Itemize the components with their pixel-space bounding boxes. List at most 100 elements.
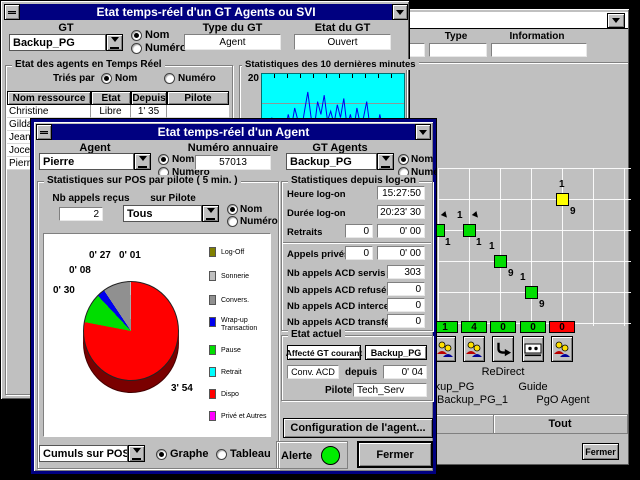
monitor-fermer-button[interactable]: Fermer: [582, 443, 619, 460]
legend-label: Pause: [221, 347, 269, 355]
gt-radio-nom[interactable]: [131, 30, 142, 41]
column-header-information: Information: [497, 31, 577, 42]
table-header-etat[interactable]: Etat: [91, 91, 131, 105]
cell-nom: Christine: [7, 105, 91, 118]
queue-label: Guide: [503, 381, 563, 393]
gt-combobox[interactable]: Backup_PG: [9, 34, 123, 51]
minutes-stats-group-title: Statistiques des 10 dernières minutes: [242, 59, 419, 70]
combo-arrow-icon[interactable]: [106, 34, 123, 51]
pos-group-title: Statistiques sur POS par pilote ( 5 min.…: [44, 175, 241, 186]
queue-tile-backup-pg[interactable]: [434, 336, 456, 362]
retraits-time: 0' 00: [377, 224, 425, 238]
sur-pilote-combobox[interactable]: Tous: [123, 205, 219, 222]
cumuls-combobox[interactable]: Cumuls sur POS: [39, 445, 145, 462]
desktop: Type Information 1 9 1 1 1 1 1 9 1 9 1 4…: [0, 0, 640, 480]
monitor-field-information[interactable]: [491, 43, 587, 57]
gt-system-menu-button[interactable]: [4, 4, 20, 20]
agent-system-menu-button[interactable]: [36, 124, 52, 140]
legend-label: Privé et Autres: [221, 413, 269, 421]
table-row[interactable]: Christine Libre 1' 35: [7, 105, 229, 118]
gt-titlebar[interactable]: Etat temps-réel d'un GT Agents ou SVI: [4, 4, 408, 20]
sort-radio-nom-label: Nom: [115, 73, 137, 84]
agents-group-title: Etat des agents en Temps Réel: [12, 59, 165, 70]
queue-tile-pg0-agent[interactable]: [551, 336, 573, 362]
sort-radio-nom[interactable]: [101, 73, 112, 84]
pie-value-label: 0' 08: [69, 265, 91, 276]
queue-count-badge: 4: [461, 321, 487, 333]
queue-count-badge: 0: [490, 321, 516, 333]
pie-value-label: 0' 27: [89, 250, 111, 261]
combo-arrow-icon[interactable]: [377, 153, 394, 170]
node-bottom-count: 9: [570, 206, 576, 217]
gt-agents-combobox[interactable]: Backup_PG: [286, 153, 394, 170]
node-top-count: 1: [489, 241, 495, 252]
chevron-down-icon: [612, 18, 620, 27]
cell-etat: Libre: [91, 105, 131, 118]
agent-combobox-value[interactable]: Pierre: [39, 153, 134, 170]
table-header-pilote[interactable]: Pilote: [167, 91, 229, 105]
prives-count: 0: [345, 246, 373, 260]
table-header-nom[interactable]: Nom ressource: [7, 91, 91, 105]
duree-logon-value: 20:23' 30: [377, 205, 425, 219]
heure-logon-value: 15:27:50: [377, 186, 425, 200]
node-top-count: 1: [457, 210, 463, 221]
pilote-value: Tech_Serv: [353, 383, 427, 397]
gt-agents-combobox-value[interactable]: Backup_PG: [286, 153, 377, 170]
servis-value: 303: [387, 265, 425, 279]
queue-tile-guide[interactable]: [522, 336, 544, 362]
monitor-field-type[interactable]: [429, 43, 487, 57]
gt-radio-numero[interactable]: [131, 43, 142, 54]
gt-agents-radio-nom[interactable]: [398, 154, 409, 165]
combo-arrow-icon[interactable]: [202, 205, 219, 222]
agent-maximize-button[interactable]: [415, 124, 431, 140]
legend-swatch: [209, 247, 216, 257]
chevron-down-icon: [419, 130, 427, 139]
queue-tile-backup-pg-1[interactable]: [463, 336, 485, 362]
pie-value-label: 3' 54: [171, 383, 193, 394]
queue-count-badge: 0: [549, 321, 575, 333]
node-top-count: 1: [559, 179, 565, 190]
tab-tout[interactable]: Tout: [495, 418, 625, 430]
nb-recus-value: 2: [59, 207, 103, 221]
affecte-gt-button[interactable]: Affecté GT courant: [287, 345, 361, 360]
pilote-radio-nom[interactable]: [227, 204, 238, 215]
sur-pilote-combobox-value[interactable]: Tous: [123, 205, 202, 222]
agent-fermer-button[interactable]: Fermer: [357, 441, 433, 468]
gt-courant-button[interactable]: Backup_PG: [365, 345, 427, 360]
gt-combobox-value[interactable]: Backup_PG: [9, 34, 106, 51]
legend-label: Wrap-up Transaction: [221, 317, 269, 333]
agent-titlebar[interactable]: Etat temps-réel d'un Agent: [36, 124, 431, 140]
gt-maximize-button[interactable]: [392, 4, 408, 20]
graphe-radio-label: Graphe: [170, 448, 209, 460]
legend-swatch: [209, 295, 216, 305]
queue-tile-redirect[interactable]: [492, 336, 514, 362]
legend-label: Convers.: [221, 297, 269, 305]
view-tab-bar: Tout: [432, 414, 628, 434]
configuration-button[interactable]: Configuration de l'agent...: [283, 418, 433, 438]
agent-combobox[interactable]: Pierre: [39, 153, 151, 170]
legend-swatch: [209, 411, 216, 421]
prives-label: Appels privés: [287, 249, 349, 260]
combo-arrow-icon[interactable]: [128, 445, 145, 462]
pilote-radio-nom-label: Nom: [240, 204, 262, 215]
cumuls-combobox-value[interactable]: Cumuls sur POS: [39, 445, 128, 462]
pilote-radio-numero-label: Numéro: [240, 216, 278, 227]
queue-label: Backup_PG_1: [437, 394, 508, 406]
pilote-radio-numero[interactable]: [227, 216, 238, 227]
node-top-count: 1: [520, 272, 526, 283]
cell-depuis: 1' 35: [131, 105, 167, 118]
combo-arrow-icon[interactable]: [134, 153, 151, 170]
queue-label: PgO Agent: [527, 394, 599, 406]
graphe-radio[interactable]: [156, 449, 167, 460]
agent-radio-nom[interactable]: [158, 154, 169, 165]
table-header-depuis[interactable]: Depuis: [131, 91, 167, 105]
annuaire-value: 57013: [195, 155, 271, 170]
depuis-label: depuis: [345, 367, 377, 378]
sort-radio-numero[interactable]: [164, 73, 175, 84]
sort-radio-numero-label: Numéro: [178, 73, 216, 84]
tableau-radio[interactable]: [216, 449, 227, 460]
chart-ytick: 20: [244, 73, 259, 84]
etat-du-gt-value: Ouvert: [294, 34, 391, 50]
monitor-maximize-button[interactable]: [607, 13, 625, 28]
queue-count-badge: 0: [520, 321, 546, 333]
